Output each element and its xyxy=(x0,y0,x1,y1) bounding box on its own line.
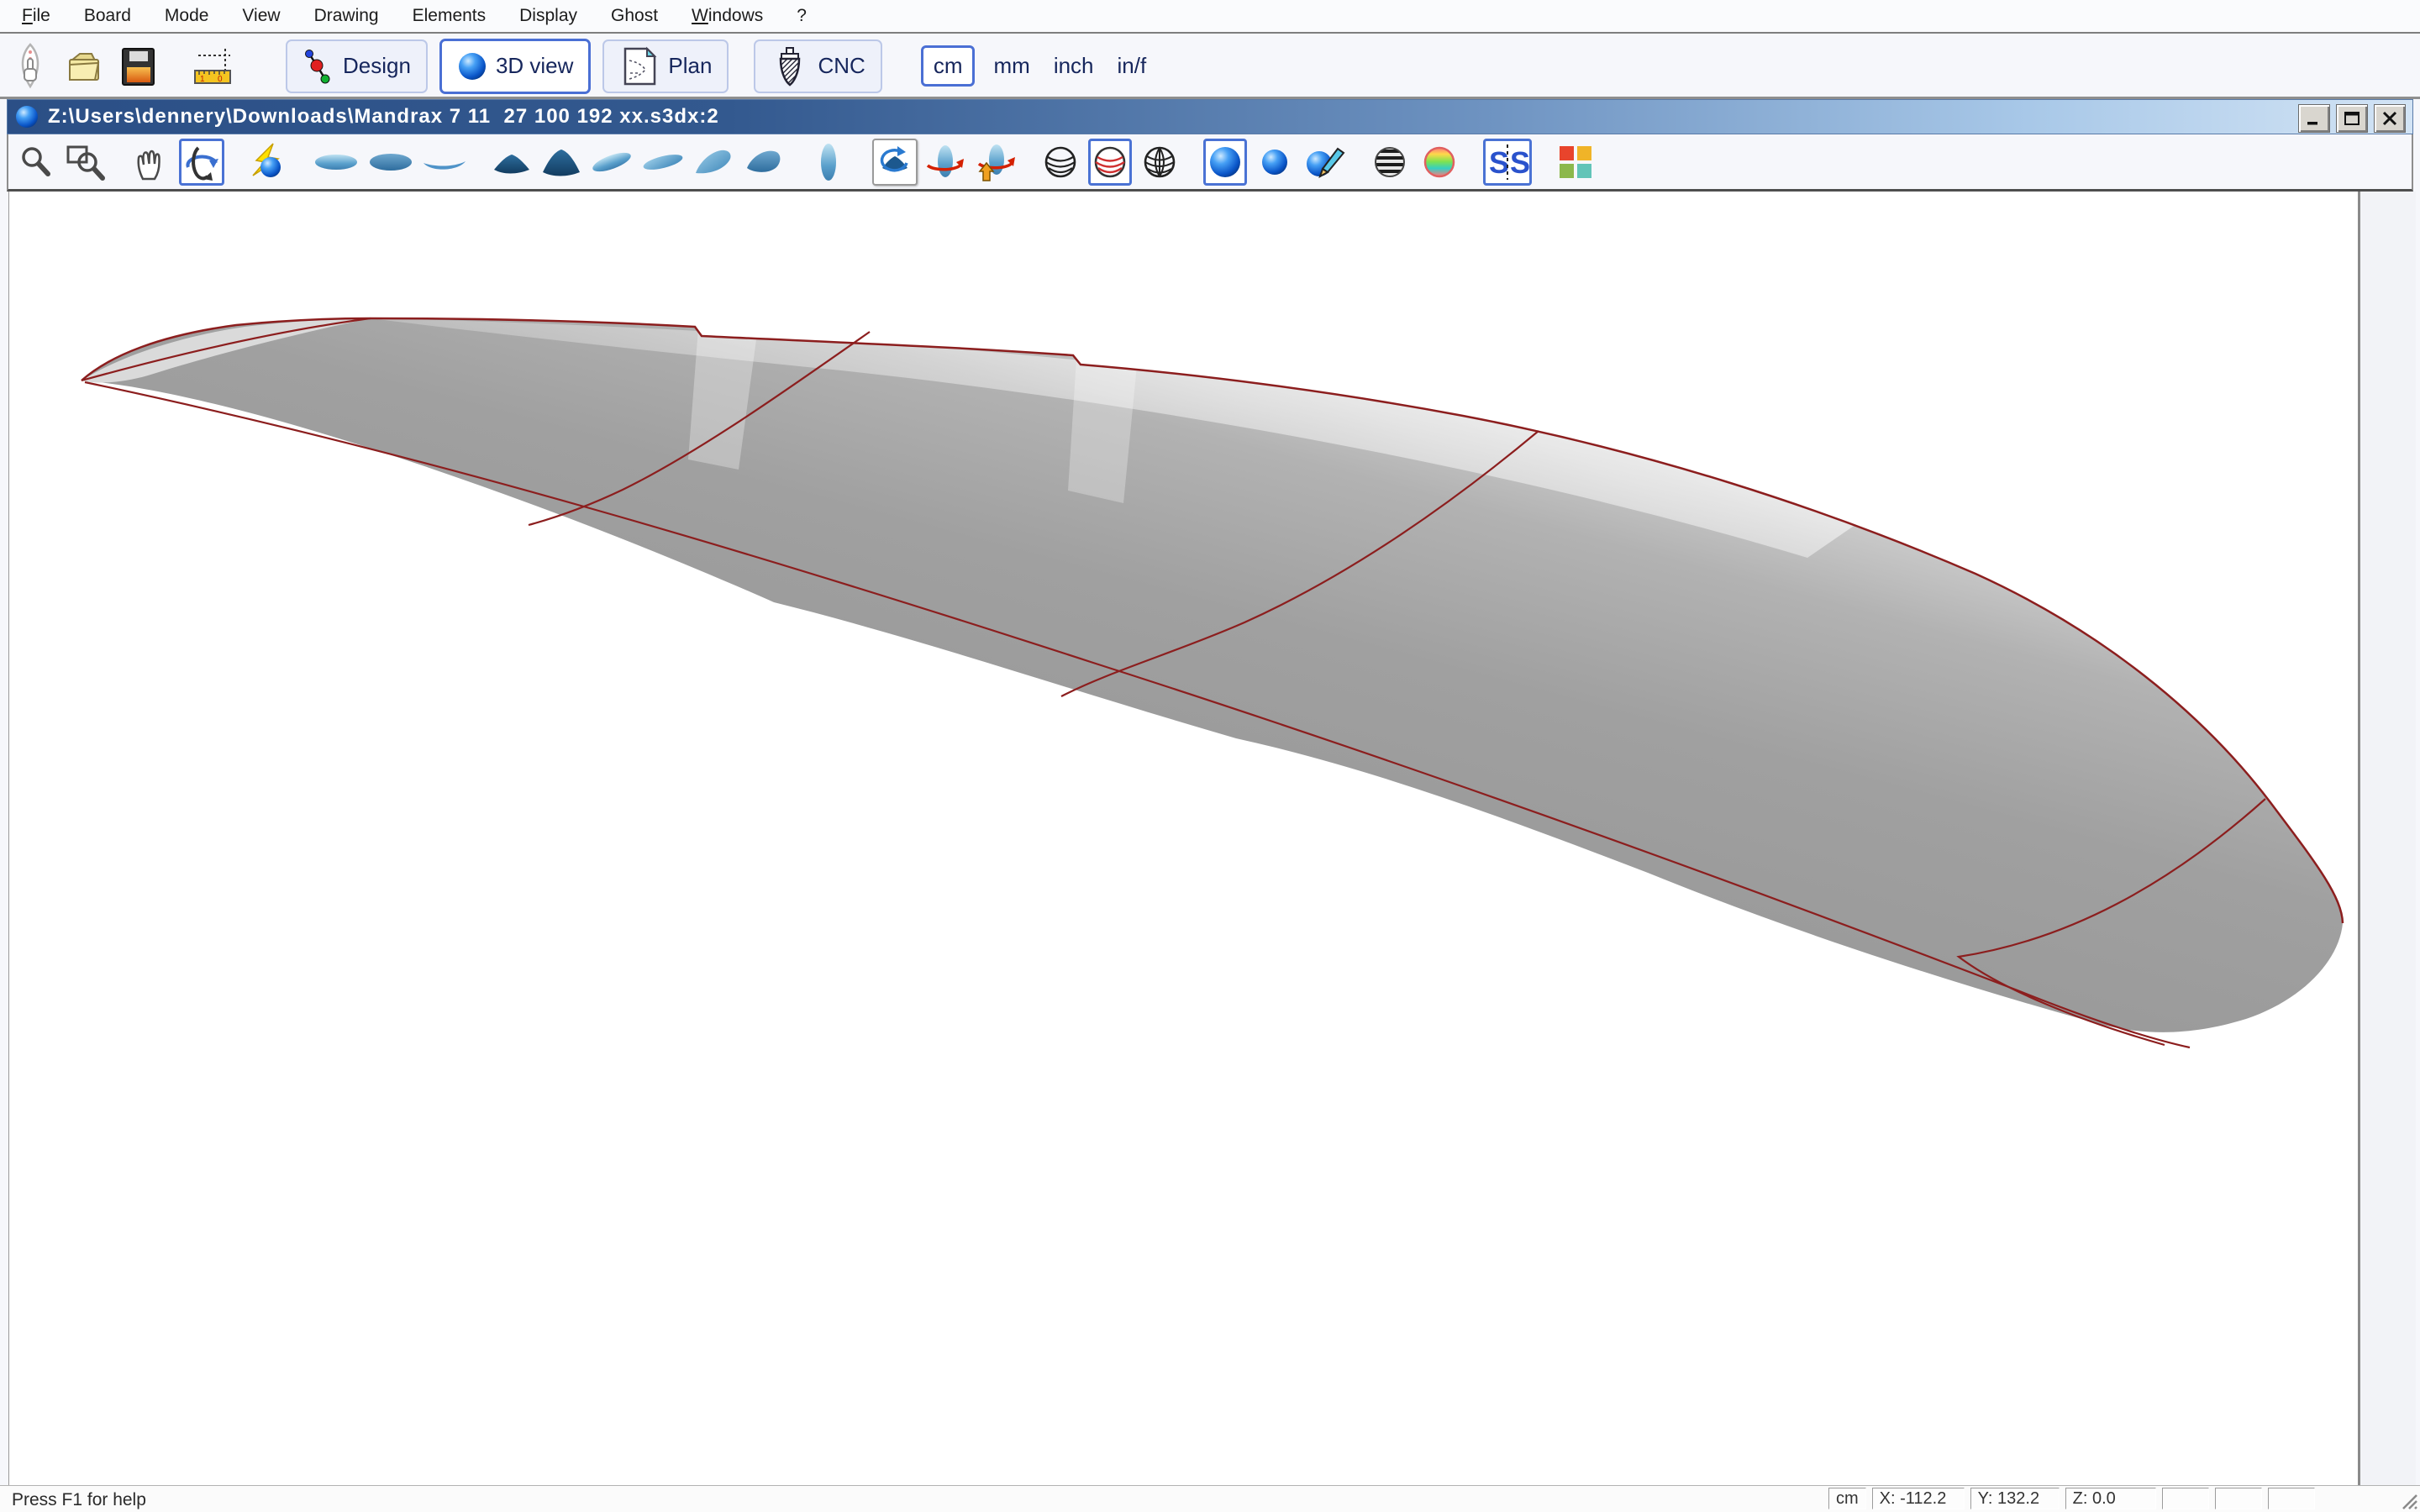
rotate-vertical-left-icon[interactable] xyxy=(923,139,967,186)
plan-icon xyxy=(619,45,660,87)
svg-text:S: S xyxy=(1489,145,1509,180)
svg-text:1: 1 xyxy=(200,75,205,84)
solid-render-icon[interactable] xyxy=(1203,139,1247,186)
menu-windows[interactable]: Windows xyxy=(675,0,780,32)
menu-bar: File Board Mode View Drawing Elements Di… xyxy=(0,0,2420,34)
status-bar: Press F1 for help cm X: -112.2 Y: 132.2 … xyxy=(0,1485,2420,1512)
3d-viewport[interactable] xyxy=(8,192,2359,1485)
design-button[interactable]: Design xyxy=(286,39,428,93)
document-window: Z:\Users\dennery\Downloads\Mandrax 7 11 … xyxy=(7,99,2413,1485)
annotate-surface-icon[interactable] xyxy=(1302,139,1346,186)
unit-cm-label: cm xyxy=(932,53,965,78)
menu-elements[interactable]: Elements xyxy=(396,0,503,32)
menu-view[interactable]: View xyxy=(225,0,297,32)
status-z: Z: 0.0 xyxy=(2065,1488,2156,1509)
resize-grip[interactable] xyxy=(2398,1490,2418,1510)
view-top-icon[interactable] xyxy=(312,139,360,186)
menu-file[interactable]: File xyxy=(5,0,67,32)
units-selector: cm mm inch in/f xyxy=(921,45,1156,87)
main-toolbar: 1 0 Design 3D view xyxy=(0,35,2420,99)
plan-button[interactable]: Plan xyxy=(602,39,729,93)
unit-mm[interactable]: mm xyxy=(983,53,1039,79)
svg-text:0: 0 xyxy=(218,75,223,84)
wireframe-sections-red-icon[interactable] xyxy=(1088,139,1132,186)
solid-render-small-icon[interactable] xyxy=(1253,139,1297,186)
viewport-area xyxy=(7,192,2413,1485)
view-front-edge-icon[interactable] xyxy=(421,139,468,186)
zoom-window-icon[interactable] xyxy=(64,139,108,186)
render-light-icon[interactable] xyxy=(246,139,290,186)
status-y: Y: 132.2 xyxy=(1970,1488,2060,1509)
menu-ghost[interactable]: Ghost xyxy=(594,0,675,32)
zebra-stripes-icon[interactable] xyxy=(1368,139,1412,186)
3d-view-button[interactable]: 3D view xyxy=(439,39,591,94)
view-side-profile-icon[interactable] xyxy=(807,139,850,186)
view-bottom-icon[interactable] xyxy=(366,139,415,186)
pan-hand-icon[interactable] xyxy=(129,139,173,186)
close-button[interactable] xyxy=(2374,104,2406,133)
cnc-icon xyxy=(771,45,809,87)
windows-colors-icon[interactable] xyxy=(1554,139,1597,186)
symmetry-check-icon[interactable]: S S xyxy=(1483,139,1532,186)
wireframe-sections-icon[interactable] xyxy=(1039,139,1082,186)
svg-text:S: S xyxy=(1510,145,1529,180)
menu-display[interactable]: Display xyxy=(502,0,594,32)
surfboard-3d-render xyxy=(9,192,2359,1485)
unit-cm-selected[interactable]: cm xyxy=(921,45,976,87)
view-toolbar: S S xyxy=(7,134,2413,192)
shape3d-app: File Board Mode View Drawing Elements Di… xyxy=(0,0,2420,1512)
status-x: X: -112.2 xyxy=(1872,1488,1965,1509)
menu-mode[interactable]: Mode xyxy=(148,0,226,32)
rotate-vertical-right-icon[interactable] xyxy=(973,139,1017,186)
cnc-button[interactable]: CNC xyxy=(754,39,881,93)
status-unit: cm xyxy=(1828,1488,1866,1509)
coordinate-readout: cm X: -112.2 Y: 132.2 Z: 0.0 xyxy=(1828,1488,2315,1509)
maximize-button[interactable] xyxy=(2336,104,2368,133)
cnc-label: CNC xyxy=(818,53,865,79)
status-empty-panel xyxy=(2215,1488,2262,1509)
design-icon xyxy=(302,47,334,86)
window-controls xyxy=(2298,104,2406,133)
rotate-3d-icon[interactable] xyxy=(179,139,224,186)
zoom-in-icon[interactable] xyxy=(14,139,58,186)
view-perspective-right-icon[interactable] xyxy=(741,139,785,186)
status-help-text: Press F1 for help xyxy=(12,1490,146,1510)
3d-view-label: 3D view xyxy=(496,53,573,79)
document-title: Z:\Users\dennery\Downloads\Mandrax 7 11 … xyxy=(48,105,719,129)
unit-inch[interactable]: inch xyxy=(1044,53,1104,79)
menu-board[interactable]: Board xyxy=(67,0,148,32)
menu-drawing[interactable]: Drawing xyxy=(297,0,396,32)
curvature-map-icon[interactable] xyxy=(1418,139,1461,186)
menu-help[interactable]: ? xyxy=(780,0,823,32)
unit-inf[interactable]: in/f xyxy=(1107,53,1157,79)
save-file-icon[interactable] xyxy=(114,41,161,92)
view-nose-icon[interactable] xyxy=(490,139,534,186)
open-file-icon[interactable] xyxy=(60,41,108,92)
status-empty-panel xyxy=(2162,1488,2209,1509)
viewport-right-margin xyxy=(2358,192,2416,1485)
view-perspective-left-icon[interactable] xyxy=(692,139,735,186)
measurements-icon[interactable]: 1 0 xyxy=(190,41,237,92)
document-title-bar[interactable]: Z:\Users\dennery\Downloads\Mandrax 7 11 … xyxy=(7,99,2413,134)
document-icon xyxy=(14,104,39,129)
new-board-icon[interactable] xyxy=(7,41,54,92)
view-tilt-right-icon[interactable] xyxy=(640,139,686,186)
sphere-icon xyxy=(457,51,487,81)
view-tail-icon[interactable] xyxy=(539,139,583,186)
plan-label: Plan xyxy=(668,53,712,79)
auto-rotate-icon[interactable] xyxy=(872,139,918,186)
view-tilt-left-icon[interactable] xyxy=(589,139,634,186)
minimize-button[interactable] xyxy=(2298,104,2330,133)
design-label: Design xyxy=(343,53,411,79)
status-empty-panel xyxy=(2268,1488,2315,1509)
wireframe-mesh-icon[interactable] xyxy=(1138,139,1181,186)
